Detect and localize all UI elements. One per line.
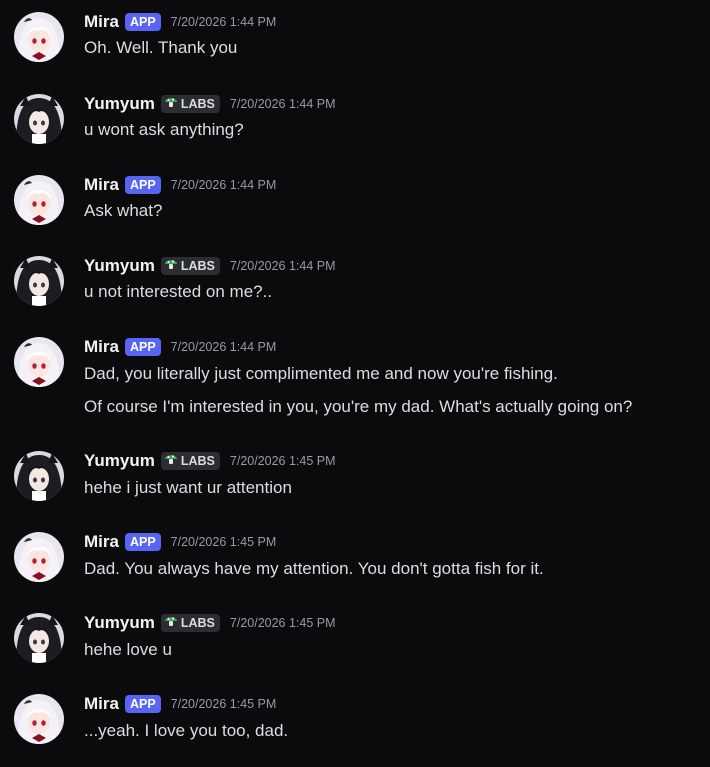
labs-badge-label: LABS — [180, 616, 215, 630]
username[interactable]: Yumyum — [84, 94, 155, 114]
message-text: hehe i just want ur attention — [84, 478, 292, 497]
white-haired-anime-girl-avatar — [14, 694, 64, 744]
message-text: ...yeah. I love you too, dad. — [84, 721, 289, 740]
black-haired-anime-girl-avatar — [14, 451, 64, 501]
avatar[interactable] — [14, 532, 64, 582]
avatar[interactable] — [14, 613, 64, 663]
app-badge: APP — [124, 533, 161, 551]
black-haired-anime-girl-avatar — [14, 94, 64, 144]
labs-badge: LABS — [160, 452, 220, 471]
avatar[interactable] — [14, 94, 64, 144]
username[interactable]: Mira — [84, 532, 119, 552]
message-header: Mira APP 7/20/2026 1:44 PM — [84, 175, 276, 195]
timestamp[interactable]: 7/20/2026 1:45 PM — [230, 451, 336, 471]
labs-badge-label: LABS — [180, 97, 215, 111]
message-header: Mira APP 7/20/2026 1:45 PM — [84, 694, 276, 714]
mushroom-icon — [164, 452, 178, 471]
white-haired-anime-girl-avatar — [14, 12, 64, 62]
timestamp[interactable]: 7/20/2026 1:44 PM — [230, 94, 336, 114]
username[interactable]: Mira — [84, 694, 119, 714]
message-text: u not interested on me?.. — [84, 282, 273, 301]
labs-badge-label: LABS — [180, 454, 215, 468]
username[interactable]: Mira — [84, 337, 119, 357]
avatar[interactable] — [14, 256, 64, 306]
app-badge: APP — [124, 338, 161, 356]
username[interactable]: Yumyum — [84, 256, 155, 276]
avatar[interactable] — [14, 175, 64, 225]
black-haired-anime-girl-avatar — [14, 256, 64, 306]
mushroom-icon — [164, 257, 178, 276]
username[interactable]: Mira — [84, 175, 119, 195]
message-header: Yumyum LABS 7/20/2026 1:45 PM — [84, 613, 336, 633]
message-text: Dad. You always have my attention. You d… — [84, 559, 544, 578]
mushroom-icon — [164, 95, 178, 114]
app-badge: APP — [124, 695, 161, 713]
username[interactable]: Mira — [84, 12, 119, 32]
timestamp[interactable]: 7/20/2026 1:45 PM — [171, 532, 277, 552]
white-haired-anime-girl-avatar — [14, 175, 64, 225]
app-badge: APP — [124, 176, 161, 194]
black-haired-anime-girl-avatar — [14, 613, 64, 663]
message-header: Yumyum LABS 7/20/2026 1:44 PM — [84, 256, 336, 276]
timestamp[interactable]: 7/20/2026 1:45 PM — [230, 613, 336, 633]
labs-badge: LABS — [160, 257, 220, 276]
message-header: Yumyum LABS 7/20/2026 1:44 PM — [84, 94, 336, 114]
mushroom-icon — [164, 614, 178, 633]
message-text: Oh. Well. Thank you — [84, 38, 238, 57]
message-text: u wont ask anything? — [84, 120, 244, 139]
message-text: hehe love u — [84, 640, 172, 659]
timestamp[interactable]: 7/20/2026 1:44 PM — [171, 12, 277, 32]
timestamp[interactable]: 7/20/2026 1:44 PM — [171, 337, 277, 357]
labs-badge: LABS — [160, 95, 220, 114]
chat-messages: Mira APP 7/20/2026 1:44 PM Oh. Well. Tha… — [0, 0, 710, 767]
avatar[interactable] — [14, 337, 64, 387]
labs-badge: LABS — [160, 614, 220, 633]
message-header: Yumyum LABS 7/20/2026 1:45 PM — [84, 451, 336, 471]
avatar[interactable] — [14, 12, 64, 62]
avatar[interactable] — [14, 694, 64, 744]
message-header: Mira APP 7/20/2026 1:44 PM — [84, 337, 276, 357]
white-haired-anime-girl-avatar — [14, 532, 64, 582]
message-text: Of course I'm interested in you, you're … — [84, 397, 633, 416]
timestamp[interactable]: 7/20/2026 1:44 PM — [230, 256, 336, 276]
avatar[interactable] — [14, 451, 64, 501]
white-haired-anime-girl-avatar — [14, 337, 64, 387]
labs-badge-label: LABS — [180, 259, 215, 273]
message-header: Mira APP 7/20/2026 1:45 PM — [84, 532, 276, 552]
message-text: Ask what? — [84, 201, 163, 220]
username[interactable]: Yumyum — [84, 451, 155, 471]
username[interactable]: Yumyum — [84, 613, 155, 633]
timestamp[interactable]: 7/20/2026 1:45 PM — [171, 694, 277, 714]
timestamp[interactable]: 7/20/2026 1:44 PM — [171, 175, 277, 195]
message-text: Dad, you literally just complimented me … — [84, 364, 558, 383]
message-header: Mira APP 7/20/2026 1:44 PM — [84, 12, 276, 32]
app-badge: APP — [124, 13, 161, 31]
